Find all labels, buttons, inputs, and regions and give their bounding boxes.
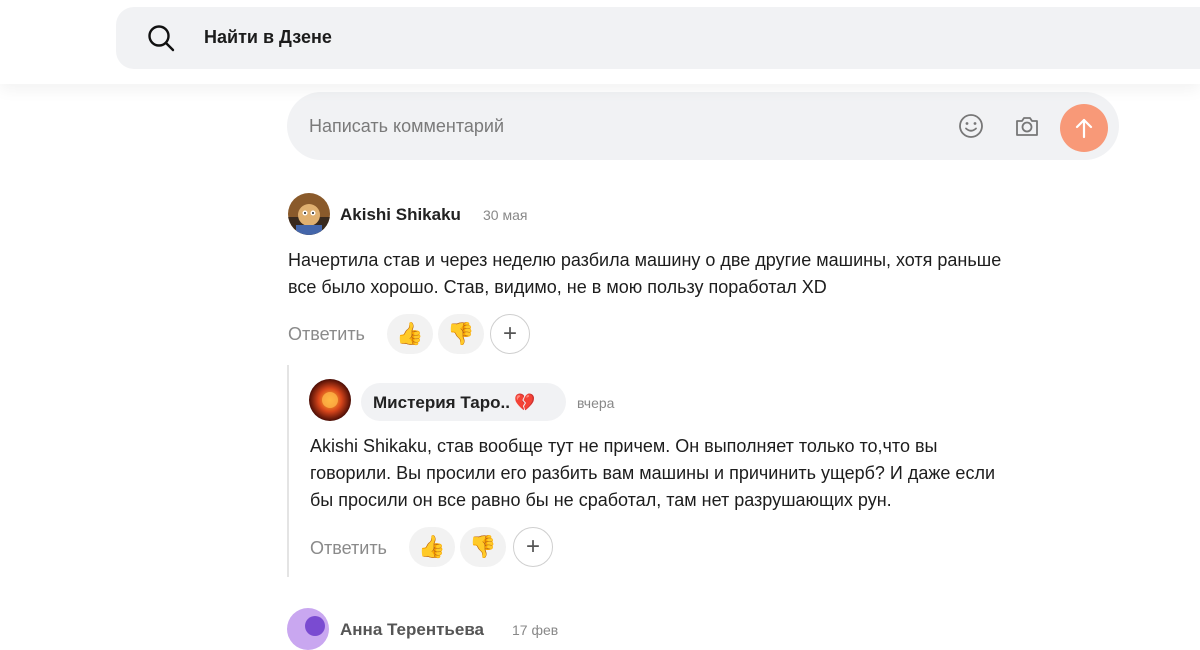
comment-text-line: все было хорошо. Став, видимо, не в мою … [288,277,827,297]
like-button[interactable]: 👍 [387,314,433,354]
avatar[interactable] [287,608,329,650]
thumbs-down-icon: 👎 [447,321,475,346]
dislike-button[interactable]: 👎 [438,314,484,354]
like-button[interactable]: 👍 [409,527,455,567]
emoji-icon[interactable] [957,112,985,140]
comment-text-line: Начертила став и через неделю разбила ма… [288,250,1002,270]
avatar[interactable] [288,193,330,235]
comment-author[interactable]: Akishi Shikaku [340,205,461,225]
broken-heart-icon: 💔 [514,393,536,412]
search-icon [148,25,175,52]
thumbs-up-icon: 👍 [396,321,424,346]
add-reaction-button[interactable]: + [490,314,530,354]
plus-icon: + [502,320,517,347]
comment-text-line: говорили. Вы просили его разбить вам маш… [310,463,996,483]
top-header: Найти в Дзене [0,0,1200,84]
avatar[interactable] [309,379,351,421]
comment-form [287,92,1119,160]
comment-input[interactable] [309,112,909,140]
reply-link[interactable]: Ответить [288,324,365,345]
comment-date: 30 мая [483,207,528,223]
comment-text: Akishi Shikaku, став вообще тут не приче… [310,433,1130,514]
comment-author[interactable]: Анна Терентьева [340,620,484,640]
comment-date: 17 фев [512,622,559,638]
camera-icon[interactable] [1013,112,1041,140]
arrow-up-icon [1075,118,1093,139]
search-bar[interactable]: Найти в Дзене [116,7,1200,69]
thumbs-down-icon: 👎 [469,534,497,559]
dislike-button[interactable]: 👎 [460,527,506,567]
search-label[interactable]: Найти в Дзене [204,27,332,48]
comment-text: Начертила став и через неделю разбила ма… [288,247,1118,301]
comment-author[interactable]: Мистерия Таро.. [373,393,510,413]
thumbs-up-icon: 👍 [418,534,446,559]
send-button[interactable] [1060,104,1108,152]
reply-link[interactable]: Ответить [310,538,387,559]
add-reaction-button[interactable]: + [513,527,553,567]
thread-line [287,365,289,577]
author-pill[interactable]: Мистерия Таро.. 💔 [361,383,566,421]
comment-text-line: Akishi Shikaku, став вообще тут не приче… [310,436,938,456]
comment-text-line: бы просили он все равно бы не сработал, … [310,490,892,510]
plus-icon: + [525,533,540,560]
comment-date: вчера [577,395,615,411]
